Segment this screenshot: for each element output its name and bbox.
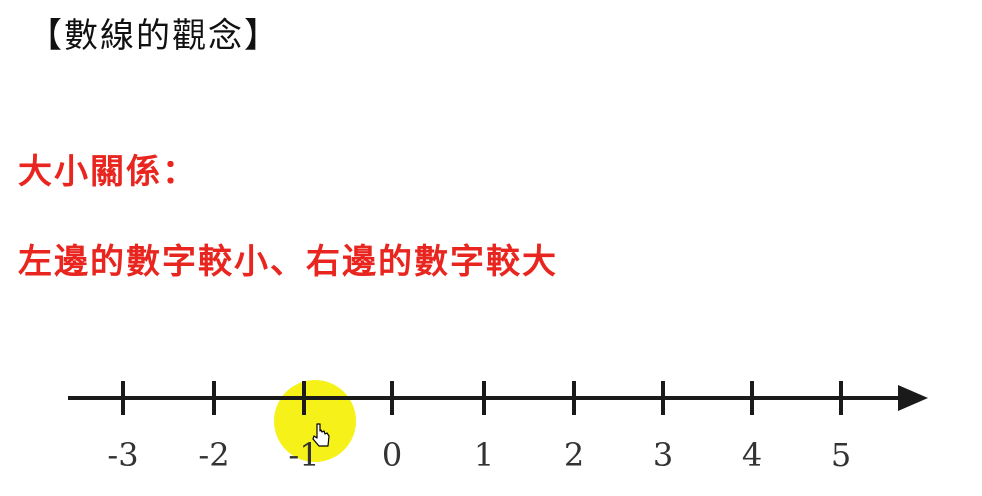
tick-label: 3 xyxy=(653,436,673,474)
tick-label: -3 xyxy=(107,436,138,474)
slide: 【數線的觀念】 大小關係： 左邊的數字較小、右邊的數字較大 -3 -2 -1 0 1 2 3… xyxy=(0,0,982,496)
tick-label: 1 xyxy=(474,436,494,474)
tick-label: -2 xyxy=(198,436,229,474)
tick-label: 4 xyxy=(742,436,762,474)
tick-label: 2 xyxy=(564,436,584,474)
tick-label: 0 xyxy=(382,436,402,474)
arrow-head-icon xyxy=(898,385,928,411)
number-line: -3 -2 -1 0 1 2 3 4 5 xyxy=(68,380,928,474)
tick-label: 5 xyxy=(831,436,851,474)
